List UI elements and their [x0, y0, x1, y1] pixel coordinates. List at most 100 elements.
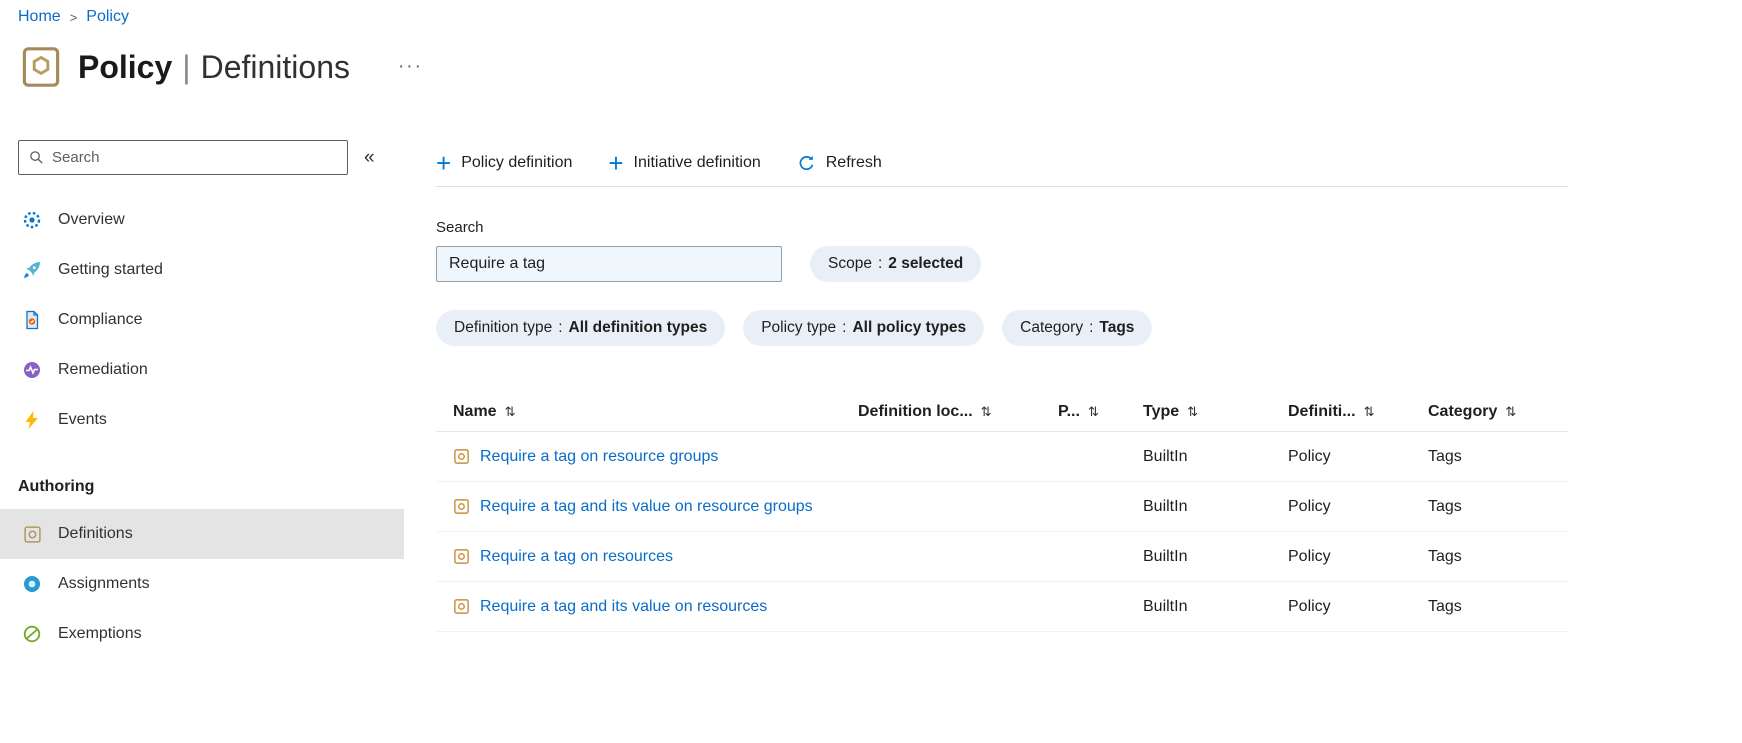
- pill-label: Policy type: [761, 319, 837, 336]
- category-cell: Tags: [1428, 597, 1462, 615]
- name-cell: Require a tag and its value on resources: [436, 598, 858, 616]
- policy-definition-icon: [453, 598, 470, 615]
- column-header-policies[interactable]: P... ⇅: [1058, 403, 1143, 421]
- policy-definition-button[interactable]: + Policy definition: [436, 148, 573, 178]
- column-label: Name: [453, 402, 497, 420]
- pill-label: Category: [1020, 319, 1084, 336]
- sidebar-item-label: Definitions: [58, 525, 133, 542]
- definition-search-input[interactable]: [436, 246, 782, 282]
- search-icon: [29, 150, 44, 165]
- sort-icon: ⇅: [504, 403, 516, 419]
- breadcrumb: Home > Policy: [18, 8, 129, 26]
- pill-label: Scope: [828, 255, 872, 272]
- column-label: Definition loc...: [858, 402, 973, 420]
- name-cell: Require a tag and its value on resource …: [436, 498, 858, 516]
- sort-icon: ⇅: [1087, 403, 1099, 419]
- breadcrumb-home-link[interactable]: Home: [18, 8, 61, 26]
- definition-link[interactable]: Require a tag on resource groups: [480, 448, 718, 466]
- pill-separator: :: [842, 319, 847, 336]
- compliance-icon: [22, 310, 42, 330]
- name-cell: Require a tag on resources: [436, 548, 858, 566]
- type-cell: BuiltIn: [1143, 497, 1188, 515]
- sidebar-item-label: Compliance: [58, 311, 143, 328]
- toolbar-button-label: Policy definition: [461, 154, 573, 171]
- collapse-sidebar-icon[interactable]: «: [356, 145, 383, 171]
- sidebar-search-input[interactable]: [52, 149, 337, 166]
- sidebar-item-assignments[interactable]: Assignments: [0, 559, 404, 609]
- column-label: P...: [1058, 402, 1080, 420]
- table-row: Require a tag on resource groups BuiltIn…: [436, 432, 1568, 482]
- sidebar-item-getting-started[interactable]: Getting started: [0, 245, 404, 295]
- sidebar-item-exemptions[interactable]: Exemptions: [0, 609, 404, 659]
- getting-started-icon: [22, 260, 42, 280]
- definition-type-cell: Policy: [1288, 447, 1331, 465]
- table-row: Require a tag on resources BuiltIn Polic…: [436, 532, 1568, 582]
- assignments-icon: [22, 574, 42, 594]
- column-header-category[interactable]: Category ⇅: [1428, 403, 1548, 421]
- policy-definition-icon: [453, 548, 470, 565]
- definition-link[interactable]: Require a tag and its value on resources: [480, 598, 767, 616]
- sidebar-item-label: Overview: [58, 211, 125, 228]
- category-filter-pill[interactable]: Category : Tags: [1002, 310, 1153, 346]
- more-options-icon[interactable]: ···: [398, 56, 423, 78]
- sort-icon: ⇅: [1505, 403, 1517, 419]
- events-icon: [22, 410, 42, 430]
- type-cell: BuiltIn: [1143, 547, 1188, 565]
- initiative-definition-button[interactable]: + Initiative definition: [608, 148, 761, 178]
- pill-separator: :: [877, 255, 883, 272]
- sidebar-item-overview[interactable]: Overview: [0, 195, 404, 245]
- sidebar-item-label: Getting started: [58, 261, 163, 278]
- sidebar-nav: Overview Getting started Compliance Reme…: [0, 195, 404, 659]
- sidebar-item-label: Events: [58, 411, 107, 428]
- refresh-icon: [797, 154, 816, 173]
- title-divider: |: [182, 48, 191, 85]
- pill-value: Tags: [1099, 319, 1135, 336]
- breadcrumb-policy-link[interactable]: Policy: [86, 8, 129, 26]
- name-cell: Require a tag on resource groups: [436, 448, 858, 466]
- exemptions-icon: [22, 624, 42, 644]
- column-header-definition-location[interactable]: Definition loc... ⇅: [858, 403, 1058, 421]
- column-header-name[interactable]: Name ⇅: [436, 403, 858, 421]
- policy-type-filter-pill[interactable]: Policy type : All policy types: [743, 310, 985, 346]
- search-field-label: Search: [436, 219, 484, 236]
- column-label: Type: [1143, 402, 1180, 420]
- sidebar-item-remediation[interactable]: Remediation: [0, 345, 404, 395]
- category-cell: Tags: [1428, 447, 1462, 465]
- policy-definition-icon: [453, 498, 470, 515]
- scope-filter-pill[interactable]: Scope : 2 selected: [810, 246, 982, 282]
- definition-type-cell: Policy: [1288, 497, 1331, 515]
- column-header-definition-type[interactable]: Definiti... ⇅: [1288, 403, 1428, 421]
- sidebar: « Overview Getting started Compliance: [0, 140, 404, 659]
- policy-page-icon: [22, 46, 60, 88]
- sidebar-search-box[interactable]: [18, 140, 348, 175]
- remediation-icon: [22, 360, 42, 380]
- category-cell: Tags: [1428, 547, 1462, 565]
- page-title: Policy | Definitions: [78, 49, 350, 86]
- sidebar-item-compliance[interactable]: Compliance: [0, 295, 404, 345]
- page-title-primary: Policy: [78, 48, 173, 85]
- definition-link[interactable]: Require a tag and its value on resource …: [480, 498, 813, 516]
- definition-type-filter-pill[interactable]: Definition type : All definition types: [436, 310, 726, 346]
- sidebar-item-label: Exemptions: [58, 625, 142, 642]
- breadcrumb-separator-icon: >: [69, 10, 78, 25]
- sort-icon: ⇅: [1363, 403, 1375, 419]
- column-label: Definiti...: [1288, 402, 1356, 420]
- policy-definitions-page: Home > Policy Policy|Definitions ··· «: [0, 0, 1742, 743]
- sidebar-item-events[interactable]: Events: [0, 395, 404, 445]
- plus-icon: +: [608, 148, 624, 178]
- command-bar: + Policy definition + Initiative definit…: [436, 140, 1568, 187]
- column-label: Category: [1428, 402, 1498, 420]
- sidebar-item-definitions[interactable]: Definitions: [0, 509, 404, 559]
- policy-definition-icon: [453, 448, 470, 465]
- pill-value: All policy types: [852, 319, 967, 336]
- column-header-type[interactable]: Type ⇅: [1143, 403, 1288, 421]
- pill-label: Definition type: [454, 319, 553, 336]
- refresh-button[interactable]: Refresh: [797, 154, 882, 173]
- sort-icon: ⇅: [1187, 403, 1199, 419]
- category-cell: Tags: [1428, 497, 1462, 515]
- definition-link[interactable]: Require a tag on resources: [480, 548, 673, 566]
- pill-separator: :: [1089, 319, 1094, 336]
- plus-icon: +: [436, 148, 452, 178]
- toolbar-button-label: Initiative definition: [633, 154, 761, 171]
- toolbar-button-label: Refresh: [825, 154, 882, 171]
